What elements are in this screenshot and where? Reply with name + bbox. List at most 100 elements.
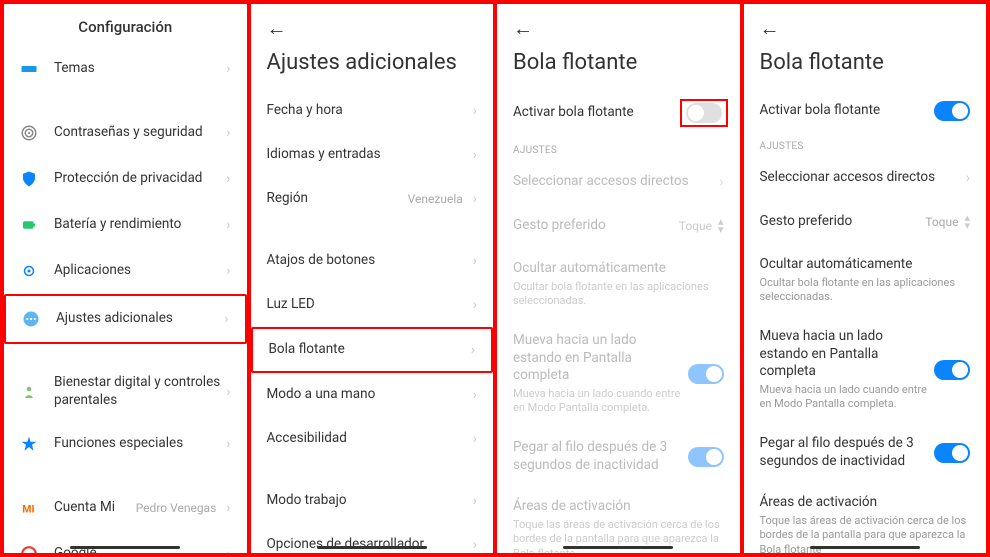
row-subtitle: Mueva hacia un lado cuando entre en Modo… — [513, 387, 688, 416]
row-gesto-preferido[interactable]: Gesto preferido Toque▴▾ — [744, 200, 987, 244]
dots-icon — [20, 308, 42, 330]
row-región[interactable]: Región Venezuela › — [251, 177, 494, 221]
section-header-ajustes: AJUSTES — [497, 137, 740, 160]
toggle-switch[interactable] — [934, 443, 970, 463]
row-modo-trabajo[interactable]: Modo trabajo › — [251, 479, 494, 523]
chevron-right-icon: › — [473, 297, 477, 313]
toggle-activar[interactable] — [934, 101, 970, 121]
row-label: Ocultar automáticamente — [513, 260, 724, 278]
row-label: Áreas de activación — [760, 494, 971, 512]
row-idiomas-y-entradas[interactable]: Idiomas y entradas › — [251, 133, 494, 177]
back-icon[interactable]: ← — [760, 16, 780, 41]
row-seleccionar-accesos-directos[interactable]: Seleccionar accesos directos › — [497, 160, 740, 204]
row-subtitle: Ocultar bola flotante en las aplicacione… — [513, 280, 724, 309]
panel-bola-flotante-on: ← Bola flotante Activar bola flotante AJ… — [744, 4, 987, 553]
row-bienestar-digital-y-cont[interactable]: Bienestar digital y controles parentales… — [4, 362, 247, 421]
shield-icon — [18, 168, 40, 190]
settings-list: Temas › Contraseñas y seguridad › Protec… — [4, 46, 247, 553]
row-activar-bola-flotante[interactable]: Activar bola flotante — [497, 89, 740, 137]
row-label: Mueva hacia un lado estando en Pantalla … — [513, 332, 688, 385]
row-protección-de-privacidad[interactable]: Protección de privacidad › — [4, 156, 247, 202]
row-batería-y-rendimiento[interactable]: Batería y rendimiento › — [4, 202, 247, 248]
row-label: Áreas de activación — [513, 498, 724, 516]
toggle-switch[interactable] — [688, 364, 724, 384]
row-label: Mueva hacia un lado estando en Pantalla … — [760, 328, 935, 381]
updown-icon: ▴▾ — [718, 218, 724, 233]
chevron-right-icon: › — [226, 263, 230, 279]
row-label: Cuenta Mi — [54, 499, 136, 517]
row-funciones-especiales[interactable]: Funciones especiales › — [4, 421, 247, 467]
chevron-right-icon: › — [473, 493, 477, 509]
toggle-switch[interactable] — [934, 360, 970, 380]
row-activar-bola-flotante[interactable]: Activar bola flotante — [744, 89, 987, 133]
row-label: Modo trabajo — [267, 492, 469, 510]
row-label: Pegar al filo después de 3 segundos de i… — [760, 435, 935, 470]
row-atajos-de-botones[interactable]: Atajos de botones › — [251, 239, 494, 283]
nav-indicator[interactable] — [563, 546, 673, 550]
row-ocultar-automáticamente[interactable]: Ocultar automáticamente Ocultar bola flo… — [744, 244, 987, 316]
row-label: Opciones de desarrollador — [267, 536, 469, 553]
row-áreas-de-activación[interactable]: Áreas de activación Toque las áreas de a… — [744, 482, 987, 553]
row-label: Pegar al filo después de 3 segundos de i… — [513, 439, 688, 474]
row-cuenta-mi[interactable]: MI Cuenta Mi Pedro Venegas › — [4, 485, 247, 531]
row-value: Toque — [679, 219, 712, 233]
row-gesto-preferido[interactable]: Gesto preferido Toque▴▾ — [497, 204, 740, 248]
row-pegar-al-filo-después-de-seg[interactable]: Pegar al filo después de 3 segundos de i… — [497, 427, 740, 486]
apps-icon — [18, 260, 40, 282]
row-temas[interactable]: Temas › — [4, 46, 247, 92]
row-value: Venezuela — [408, 192, 463, 206]
settings-list: Seleccionar accesos directos › Gesto pre… — [497, 160, 740, 553]
row-label: Batería y rendimiento — [54, 216, 222, 234]
chevron-right-icon: › — [471, 342, 475, 358]
row-fecha-y-hora[interactable]: Fecha y hora › — [251, 89, 494, 133]
nav-indicator[interactable] — [317, 546, 427, 550]
row-seleccionar-accesos-directos[interactable]: Seleccionar accesos directos › — [744, 156, 987, 200]
wellbeing-icon — [18, 381, 40, 403]
row-label: Región — [267, 190, 408, 208]
chevron-right-icon: › — [473, 253, 477, 269]
row-label: Activar bola flotante — [760, 102, 935, 120]
row-value: Pedro Venegas — [136, 501, 217, 515]
row-label: Modo a una mano — [267, 386, 469, 404]
settings-list: Fecha y hora ›Idiomas y entradas ›Región… — [251, 89, 494, 553]
row-modo-a-una-mano[interactable]: Modo a una mano › — [251, 373, 494, 417]
row-mueva-hacia-un-lado-estando-[interactable]: Mueva hacia un lado estando en Pantalla … — [744, 316, 987, 423]
row-label: Aplicaciones — [54, 262, 222, 280]
back-icon[interactable]: ← — [513, 16, 533, 41]
row-label: Activar bola flotante — [513, 104, 684, 122]
chevron-right-icon: › — [719, 174, 723, 190]
row-label: Protección de privacidad — [54, 170, 222, 188]
row-label: Contraseñas y seguridad — [54, 124, 222, 142]
row-value: Toque — [925, 215, 958, 229]
row-label: Atajos de botones — [267, 252, 469, 270]
row-accesibilidad[interactable]: Accesibilidad › — [251, 417, 494, 461]
panel-bola-flotante-off: ← Bola flotante Activar bola flotante AJ… — [497, 4, 740, 553]
toggle-switch[interactable] — [688, 447, 724, 467]
row-ocultar-automáticamente[interactable]: Ocultar automáticamente Ocultar bola flo… — [497, 248, 740, 320]
back-icon[interactable]: ← — [267, 16, 287, 41]
battery-icon — [18, 214, 40, 236]
row-contraseñas-y-seguridad[interactable]: Contraseñas y seguridad › — [4, 110, 247, 156]
chevron-right-icon: › — [224, 311, 228, 327]
row-bola-flotante[interactable]: Bola flotante › — [251, 327, 494, 373]
row-mueva-hacia-un-lado-estando-[interactable]: Mueva hacia un lado estando en Pantalla … — [497, 320, 740, 427]
row-luz-led[interactable]: Luz LED › — [251, 283, 494, 327]
page-title: Configuración — [4, 4, 247, 46]
row-subtitle: Mueva hacia un lado cuando entre en Modo… — [760, 383, 935, 412]
row-pegar-al-filo-después-de-seg[interactable]: Pegar al filo después de 3 segundos de i… — [744, 423, 987, 482]
nav-indicator[interactable] — [70, 546, 180, 550]
chevron-right-icon: › — [226, 125, 230, 141]
chevron-right-icon: › — [226, 171, 230, 187]
highlight-box — [680, 99, 728, 127]
nav-indicator[interactable] — [810, 546, 920, 550]
chevron-right-icon: › — [226, 384, 230, 400]
row-aplicaciones[interactable]: Aplicaciones › — [4, 248, 247, 294]
fingerprint-icon — [18, 122, 40, 144]
row-áreas-de-activación[interactable]: Áreas de activación Toque las áreas de a… — [497, 486, 740, 553]
row-ajustes-adicionales[interactable]: Ajustes adicionales › — [4, 294, 247, 344]
row-label: Seleccionar accesos directos — [513, 173, 715, 191]
toggle-activar[interactable] — [686, 103, 722, 123]
chevron-right-icon: › — [226, 217, 230, 233]
row-google[interactable]: Google › — [4, 531, 247, 553]
settings-list: Seleccionar accesos directos › Gesto pre… — [744, 156, 987, 553]
